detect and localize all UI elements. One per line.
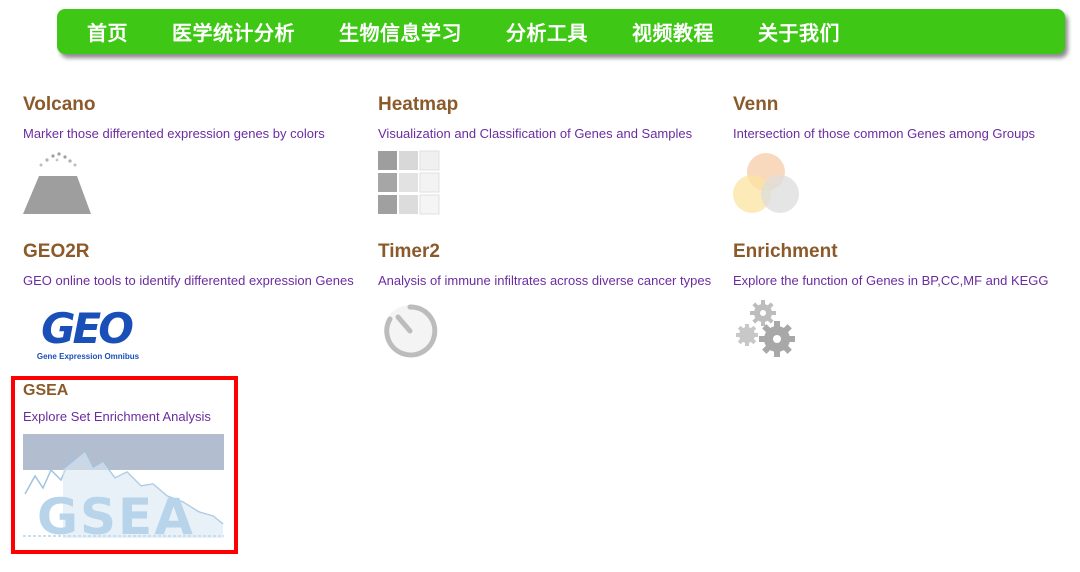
tool-title-enrichment[interactable]: Enrichment bbox=[733, 240, 1078, 264]
gears-icon[interactable] bbox=[733, 297, 803, 363]
tool-desc-volcano[interactable]: Marker those differented expression gene… bbox=[23, 126, 368, 142]
volcano-plot-icon[interactable] bbox=[23, 150, 93, 216]
svg-text:GEO: GEO bbox=[41, 304, 133, 353]
tool-desc-heatmap[interactable]: Visualization and Classification of Gene… bbox=[378, 126, 723, 142]
tool-title-venn[interactable]: Venn bbox=[733, 93, 1078, 117]
tool-card-geo2r: GEO2R GEO online tools to identify diffe… bbox=[23, 240, 368, 367]
nav-item-analysis-tools[interactable]: 分析工具 bbox=[506, 17, 588, 46]
tool-desc-geo2r[interactable]: GEO online tools to identify differented… bbox=[23, 273, 368, 289]
heatmap-grid-icon[interactable] bbox=[378, 150, 442, 216]
highlight-frame bbox=[11, 376, 238, 554]
page: 首页 医学统计分析 生物信息学习 分析工具 视频教程 关于我们 Volcano … bbox=[0, 0, 1080, 572]
main-nav: 首页 医学统计分析 生物信息学习 分析工具 视频教程 关于我们 bbox=[57, 9, 1065, 54]
nav-item-about-us[interactable]: 关于我们 bbox=[758, 17, 840, 46]
tool-card-volcano: Volcano Marker those differented express… bbox=[23, 93, 368, 216]
tool-title-geo2r[interactable]: GEO2R bbox=[23, 240, 368, 264]
tool-card-timer2: Timer2 Analysis of immune infiltrates ac… bbox=[378, 240, 723, 363]
nav-item-video-tutorials[interactable]: 视频教程 bbox=[632, 17, 714, 46]
nav-item-home[interactable]: 首页 bbox=[87, 17, 128, 46]
tool-title-heatmap[interactable]: Heatmap bbox=[378, 93, 723, 117]
tool-desc-enrichment[interactable]: Explore the function of Genes in BP,CC,M… bbox=[733, 273, 1078, 289]
nav-item-bioinformatics[interactable]: 生物信息学习 bbox=[339, 17, 462, 46]
tool-card-enrichment: Enrichment Explore the function of Genes… bbox=[733, 240, 1078, 363]
tool-title-timer2[interactable]: Timer2 bbox=[378, 240, 723, 264]
tool-title-volcano[interactable]: Volcano bbox=[23, 93, 368, 117]
tool-desc-timer2[interactable]: Analysis of immune infiltrates across di… bbox=[378, 273, 723, 289]
svg-text:Gene Expression Omnibus: Gene Expression Omnibus bbox=[37, 352, 140, 361]
venn-circles-icon[interactable] bbox=[733, 150, 803, 216]
tool-card-venn: Venn Intersection of those common Genes … bbox=[733, 93, 1078, 216]
tool-card-heatmap: Heatmap Visualization and Classification… bbox=[378, 93, 723, 216]
tool-desc-venn[interactable]: Intersection of those common Genes among… bbox=[733, 126, 1078, 142]
geo-logo[interactable]: GEO Gene Expression Omnibus bbox=[23, 303, 153, 367]
nav-item-medical-statistics[interactable]: 医学统计分析 bbox=[172, 17, 295, 46]
timer-icon[interactable] bbox=[378, 297, 444, 363]
